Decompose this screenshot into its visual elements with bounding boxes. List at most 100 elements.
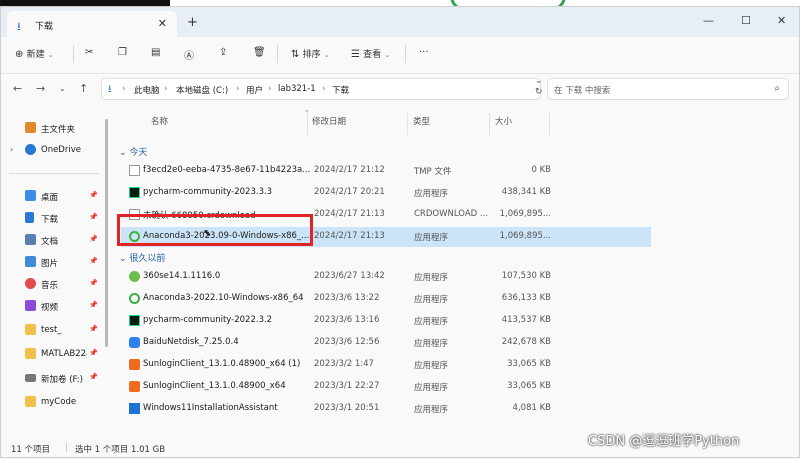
plus-circle-icon: ⊕ bbox=[15, 49, 24, 60]
chevron-right-icon[interactable]: › bbox=[10, 145, 13, 154]
sidebar-item-documents[interactable]: 文档 📌 bbox=[1, 231, 105, 251]
file-date: 2023/3/6 13:22 bbox=[314, 293, 380, 303]
new-tab-button[interactable]: + bbox=[187, 15, 198, 30]
video-icon bbox=[25, 300, 36, 311]
file-size: 1,069,895... bbox=[499, 209, 551, 219]
sidebar-item-label: 下载 bbox=[41, 215, 59, 225]
table-row[interactable]: SunloginClient_13.1.0.48900_x64 2023/3/1… bbox=[121, 377, 651, 397]
file-name: Windows11InstallationAssistant bbox=[143, 403, 278, 413]
sidebar-item-drive-f[interactable]: 新加卷 (F:) 📌 bbox=[1, 369, 105, 389]
table-row[interactable]: pycharm-community-2023.3.3 2024/2/17 20:… bbox=[121, 183, 651, 203]
address-dropdown-icon[interactable]: ⌄ bbox=[535, 76, 543, 86]
sort-button[interactable]: ⇅ 排序 ⌄ bbox=[291, 47, 330, 60]
pin-icon[interactable]: 📌 bbox=[89, 191, 98, 199]
pin-icon[interactable]: 📌 bbox=[89, 301, 98, 309]
group-header-long-ago[interactable]: ⌄ 很久以前 bbox=[119, 251, 165, 264]
pin-icon[interactable]: 📌 bbox=[89, 373, 98, 381]
search-box[interactable]: 在 下载 中搜索 ⌕ bbox=[547, 78, 789, 100]
share-icon[interactable]: ⇪ bbox=[219, 47, 227, 58]
pin-icon[interactable]: 📌 bbox=[89, 279, 98, 287]
file-size: 636,133 KB bbox=[501, 293, 551, 303]
view-button[interactable]: ☰ 查看 ⌄ bbox=[351, 47, 390, 60]
column-header-size[interactable]: 大小 bbox=[495, 115, 512, 127]
toolbar-divider bbox=[277, 45, 278, 63]
file-date: 2023/3/6 12:56 bbox=[314, 337, 380, 347]
group-label: 今天 bbox=[129, 148, 148, 158]
chevron-down-icon: ⌄ bbox=[119, 148, 127, 158]
breadcrumb-chevron-icon[interactable]: › bbox=[164, 84, 167, 94]
new-button[interactable]: ⊕ 新建 ⌄ bbox=[15, 47, 54, 60]
breadcrumb-this-pc[interactable]: 此电脑 bbox=[134, 84, 160, 96]
table-row[interactable]: 360se14.1.1116.0 2023/6/27 13:42 应用程序 10… bbox=[121, 267, 651, 287]
rename-icon[interactable]: Ⓐ bbox=[184, 47, 194, 62]
sidebar-item-downloads[interactable]: 下载 📌 bbox=[1, 209, 105, 229]
back-arrow-icon[interactable]: ← bbox=[13, 82, 22, 95]
pin-icon[interactable]: 📌 bbox=[89, 325, 98, 333]
delete-icon[interactable]: 🗑 bbox=[253, 47, 266, 58]
sidebar-scrollbar[interactable] bbox=[105, 119, 108, 347]
watermark-text: CSDN @逗逗班学Python bbox=[588, 434, 740, 449]
minimize-button[interactable]: — bbox=[703, 14, 714, 27]
sidebar-item-onedrive[interactable]: › OneDrive bbox=[1, 141, 105, 161]
breadcrumb-chevron-icon[interactable]: › bbox=[268, 84, 271, 94]
sidebar-item-mycode[interactable]: myCode bbox=[1, 393, 105, 413]
group-header-today[interactable]: ⌄ 今天 bbox=[119, 145, 147, 158]
tab-title: 下载 bbox=[35, 22, 54, 32]
new-label: 新建 bbox=[26, 50, 45, 60]
sidebar-item-matlab[interactable]: MATLAB22a 📌 bbox=[1, 345, 105, 365]
sidebar-item-pictures[interactable]: 图片 📌 bbox=[1, 253, 105, 273]
pin-icon[interactable]: 📌 bbox=[89, 235, 98, 243]
sidebar-item-home[interactable]: 主文件夹 bbox=[1, 119, 105, 139]
table-row[interactable]: BaiduNetdisk_7.25.0.4 2023/3/6 12:56 应用程… bbox=[121, 333, 651, 353]
sidebar-item-test[interactable]: test_ 📌 bbox=[1, 321, 105, 341]
breadcrumb-users[interactable]: 用户 bbox=[246, 84, 263, 96]
up-arrow-icon[interactable]: ↑ bbox=[79, 82, 88, 95]
column-header-name[interactable]: 名称 bbox=[151, 115, 168, 127]
file-name: f3ecd2e0-eeba-4735-8e67-11b4223a... bbox=[143, 165, 311, 175]
pin-icon[interactable]: 📌 bbox=[89, 213, 98, 221]
table-row[interactable]: f3ecd2e0-eeba-4735-8e67-11b4223a... 2024… bbox=[121, 161, 651, 181]
maximize-button[interactable]: ☐ bbox=[741, 14, 751, 27]
tab-downloads[interactable]: ⭳ 下载 ✕ bbox=[7, 11, 177, 37]
table-row[interactable]: Windows11InstallationAssistant 2023/3/1 … bbox=[121, 399, 651, 419]
column-header-date[interactable]: 修改日期 bbox=[312, 115, 346, 127]
sidebar-item-label: 音乐 bbox=[41, 281, 59, 291]
column-divider[interactable] bbox=[407, 113, 408, 135]
breadcrumb-chevron-icon[interactable]: › bbox=[122, 84, 125, 94]
address-bar[interactable]: ⭳ › 此电脑 › 本地磁盘 (C:) › 用户 › lab321-1 › 下载 bbox=[101, 78, 541, 100]
sidebar-item-label: 视频 bbox=[41, 303, 59, 313]
more-options-button[interactable]: ··· bbox=[419, 47, 429, 58]
table-row[interactable]: pycharm-community-2022.3.2 2023/3/6 13:1… bbox=[121, 311, 651, 331]
tab-close-icon[interactable]: ✕ bbox=[158, 17, 167, 30]
column-divider[interactable] bbox=[307, 113, 308, 135]
close-button[interactable]: ✕ bbox=[777, 14, 786, 27]
chevron-down-icon: ⌄ bbox=[384, 51, 391, 59]
sidebar-item-label: myCode bbox=[41, 397, 77, 407]
pin-icon[interactable]: 📌 bbox=[89, 349, 98, 357]
sidebar-item-label: 新加卷 (F:) bbox=[41, 375, 83, 385]
breadcrumb-chevron-icon[interactable]: › bbox=[322, 84, 325, 94]
column-divider[interactable] bbox=[549, 113, 550, 135]
recent-chevron-icon[interactable]: ⌄ bbox=[59, 84, 66, 93]
forward-arrow-icon[interactable]: → bbox=[36, 82, 45, 95]
column-header-type[interactable]: 类型 bbox=[413, 115, 430, 127]
breadcrumb-local-disk[interactable]: 本地磁盘 (C:) bbox=[176, 84, 228, 96]
table-row[interactable]: SunloginClient_13.1.0.48900_x64 (1) 2023… bbox=[121, 355, 651, 375]
sidebar-item-desktop[interactable]: 桌面 📌 bbox=[1, 187, 105, 207]
pin-icon[interactable]: 📌 bbox=[89, 257, 98, 265]
table-row[interactable]: Anaconda3-2022.10-Windows-x86_64 2023/3/… bbox=[121, 289, 651, 309]
column-divider[interactable] bbox=[489, 113, 490, 135]
file-size: 242,678 KB bbox=[501, 337, 551, 347]
360-browser-icon bbox=[129, 271, 140, 282]
breadcrumb-chevron-icon[interactable]: › bbox=[236, 84, 239, 94]
breadcrumb-user-folder[interactable]: lab321-1 bbox=[278, 84, 316, 94]
copy-icon[interactable]: ❐ bbox=[118, 47, 127, 58]
breadcrumb-downloads[interactable]: 下载 bbox=[332, 84, 349, 96]
file-date: 2023/6/27 13:42 bbox=[314, 271, 385, 281]
sidebar-item-music[interactable]: 音乐 📌 bbox=[1, 275, 105, 295]
sidebar-item-videos[interactable]: 视频 📌 bbox=[1, 297, 105, 317]
paste-icon[interactable]: ▤ bbox=[151, 47, 160, 58]
cut-icon[interactable]: ✂ bbox=[85, 47, 93, 58]
file-type: 应用程序 bbox=[414, 405, 449, 415]
refresh-icon[interactable]: ↻ bbox=[535, 87, 543, 97]
